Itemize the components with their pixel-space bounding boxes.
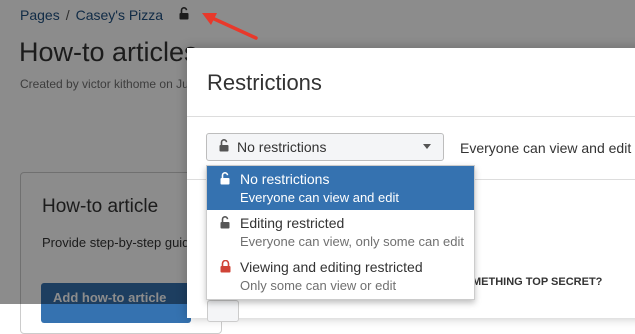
unlocked-padlock-icon <box>219 139 230 155</box>
red-arrow-icon <box>202 13 258 40</box>
option-subtitle: Everyone can view, only some can edit <box>240 234 465 249</box>
dialog-title: Restrictions <box>207 70 322 95</box>
option-title: Editing restricted <box>240 215 345 231</box>
hint-text: METHING TOP SECRET? <box>472 276 603 288</box>
restriction-select[interactable]: No restrictions <box>206 133 444 161</box>
locked-padlock-icon <box>220 259 231 278</box>
restriction-select-value: No restrictions <box>237 139 327 155</box>
option-title: Viewing and editing restricted <box>240 259 423 275</box>
restriction-dropdown-menu: No restrictions Everyone can view and ed… <box>206 165 475 300</box>
unlocked-padlock-icon <box>220 172 231 190</box>
option-no-restrictions[interactable]: No restrictions Everyone can view and ed… <box>207 166 474 210</box>
option-editing-restricted[interactable]: Editing restricted Everyone can view, on… <box>207 210 474 254</box>
dialog-header-divider <box>187 116 635 117</box>
unlocked-padlock-icon <box>220 216 231 234</box>
option-viewing-and-editing-restricted[interactable]: Viewing and editing restricted Only some… <box>207 254 474 298</box>
restriction-status-text: Everyone can view and edit <box>460 140 632 156</box>
hint-image <box>207 300 239 322</box>
chevron-down-icon <box>423 144 431 149</box>
option-subtitle: Only some can view or edit <box>240 278 397 293</box>
option-title: No restrictions <box>240 171 330 187</box>
option-subtitle: Everyone can view and edit <box>240 190 399 205</box>
